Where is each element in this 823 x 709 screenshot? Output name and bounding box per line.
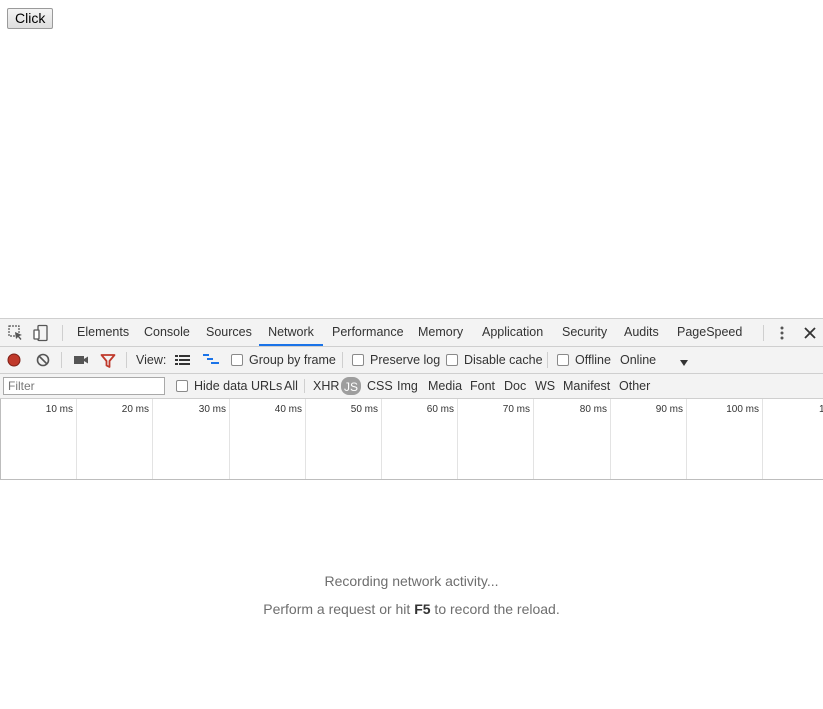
record-icon[interactable] [7,353,21,367]
timeline-tick-label: 60 ms [426,404,454,415]
timeline-tick-label: 20 ms [121,404,149,415]
timeline-gridline [457,399,458,479]
clear-icon[interactable] [36,353,50,367]
devtools-panel: Elements Console Sources Network Perform… [0,318,823,709]
overview-icon[interactable] [202,353,220,367]
type-filter-ws[interactable]: WS [534,378,556,394]
separator [62,325,63,341]
offline-checkbox[interactable] [557,354,569,366]
tab-audits[interactable]: Audits [624,319,659,346]
type-filter-xhr[interactable]: XHR [312,378,340,394]
devtools-tabbar: Elements Console Sources Network Perform… [0,319,823,347]
timeline-tick-label: 10 ms [45,404,73,415]
hide-data-urls-checkbox[interactable] [176,380,188,392]
timeline-tick-label: 90 ms [655,404,683,415]
separator [61,352,62,368]
tab-network[interactable]: Network [259,319,323,346]
reload-hint-text-end: to record the reload. [430,601,560,617]
more-vertical-icon[interactable] [773,324,791,342]
offline-label: Offline [575,353,611,367]
timeline-gridline [76,399,77,479]
timeline-gridline [305,399,306,479]
reload-hint: Perform a request or hit F5 to record th… [0,601,823,617]
timeline-gridline [762,399,763,479]
timeline-overview[interactable]: 10 ms 20 ms 30 ms 40 ms 50 ms 60 ms 70 ms 80 ms… [0,399,823,480]
timeline-tick-label: 30 ms [198,404,226,415]
timeline-tick-label: 50 ms [350,404,378,415]
dropdown-arrow-icon[interactable] [679,356,689,366]
type-filter-css[interactable]: CSS [366,378,394,394]
timeline-tick-label: 40 ms [274,404,302,415]
separator [342,352,343,368]
disable-cache-label: Disable cache [464,353,543,367]
tab-memory[interactable]: Memory [418,319,463,346]
click-button[interactable]: Click [7,8,54,29]
tab-pagespeed[interactable]: PageSpeed [677,319,742,346]
separator [304,379,305,393]
recording-message: Recording network activity... [324,573,499,589]
separator [547,352,548,368]
tab-application[interactable]: Application [482,319,543,346]
separator [126,352,127,368]
tab-console[interactable]: Console [144,319,190,346]
tab-sources[interactable]: Sources [206,319,252,346]
timeline-gridline [0,399,1,479]
tab-performance[interactable]: Performance [332,319,404,346]
group-by-frame-checkbox[interactable] [231,354,243,366]
device-toolbar-icon[interactable] [32,324,50,342]
type-filter-all[interactable]: All [283,378,299,394]
timeline-gridline [686,399,687,479]
filter-input[interactable] [3,377,165,395]
type-filter-img[interactable]: Img [396,378,419,394]
close-icon[interactable] [801,324,819,342]
disable-cache-checkbox[interactable] [446,354,458,366]
throttling-select[interactable]: Online [620,353,656,367]
type-filter-manifest[interactable]: Manifest [562,378,611,394]
tab-security[interactable]: Security [562,319,607,346]
timeline-gridline [152,399,153,479]
separator [763,325,764,341]
reload-hint-key: F5 [414,601,431,617]
type-filter-font[interactable]: Font [469,378,496,394]
timeline-tick-label: 70 ms [502,404,530,415]
inspect-element-icon[interactable] [7,324,25,342]
preserve-log-checkbox[interactable] [352,354,364,366]
type-filter-js[interactable]: JS [341,377,362,395]
view-label: View: [136,353,167,367]
group-by-frame-label: Group by frame [249,353,336,367]
large-rows-icon[interactable] [175,354,190,366]
reload-hint-text: Perform a request or hit [263,601,415,617]
timeline-gridline [533,399,534,479]
timeline-tick-label: 110 [819,404,823,415]
preserve-log-label: Preserve log [370,353,441,367]
network-filterbar: Hide data URLs All XHR JS CSS Img Media … [0,374,823,399]
timeline-tick-label: 80 ms [579,404,607,415]
capture-screenshots-icon[interactable] [73,354,89,366]
timeline-tick-label: 100 ms [726,404,759,415]
type-filter-media[interactable]: Media [427,378,463,394]
network-toolbar: View: Group by frame Preserve log Disabl… [0,347,823,374]
timeline-gridline [229,399,230,479]
type-filter-doc[interactable]: Doc [503,378,527,394]
hide-data-urls-label: Hide data URLs [194,379,283,393]
tab-elements[interactable]: Elements [77,319,129,346]
filter-icon[interactable] [100,353,116,369]
timeline-gridline [381,399,382,479]
timeline-gridline [610,399,611,479]
type-filter-other[interactable]: Other [618,378,651,394]
